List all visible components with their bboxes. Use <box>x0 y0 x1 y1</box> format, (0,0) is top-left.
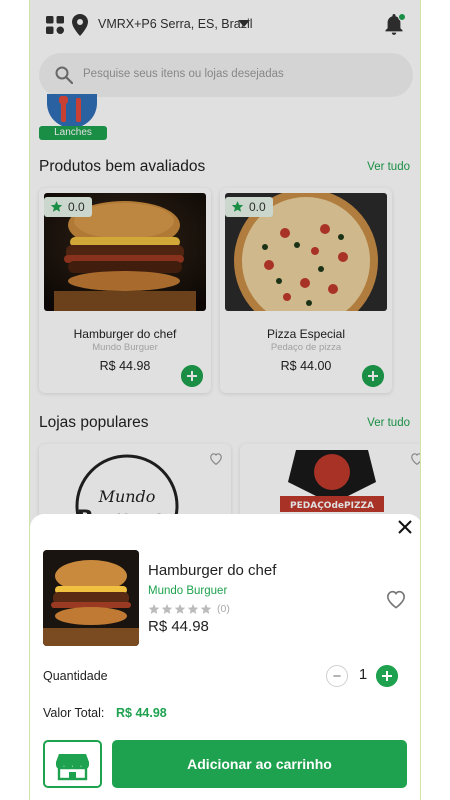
storefront-icon <box>56 754 89 781</box>
star-icon <box>161 604 173 614</box>
close-icon[interactable] <box>396 518 414 536</box>
view-store-button[interactable] <box>43 740 102 788</box>
total-value: R$ 44.98 <box>116 706 167 720</box>
sheet-product-name: Hamburger do chef <box>148 562 277 579</box>
review-count: (0) <box>217 603 230 615</box>
product-image <box>43 550 139 646</box>
quantity-label: Quantidade <box>43 669 108 683</box>
star-icon <box>200 604 212 614</box>
favorite-heart-icon[interactable] <box>385 589 407 609</box>
add-to-cart-button[interactable]: Adicionar ao carrinho <box>112 740 407 788</box>
total-label: Valor Total: <box>43 706 105 720</box>
sheet-product-price: R$ 44.98 <box>148 618 209 635</box>
rating-stars: (0) <box>148 603 230 615</box>
star-icon <box>174 604 186 614</box>
star-icon <box>148 604 160 614</box>
quantity-value: 1 <box>358 666 368 683</box>
sheet-store-link[interactable]: Mundo Burguer <box>148 585 227 597</box>
star-icon <box>187 604 199 614</box>
add-to-cart-sheet: Hamburger do chef Mundo Burguer (0) R$ 4… <box>30 514 420 800</box>
app-screen: VMRX+P6 Serra, ES, Brazil Pesquise seus … <box>29 0 421 800</box>
decrease-quantity-button[interactable] <box>326 665 348 687</box>
increase-quantity-button[interactable] <box>376 665 398 687</box>
